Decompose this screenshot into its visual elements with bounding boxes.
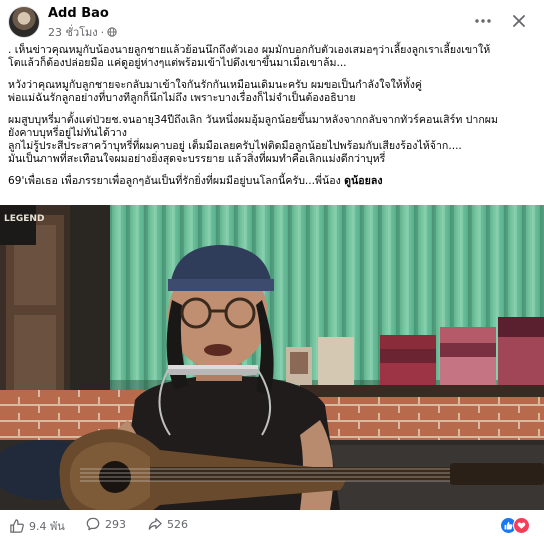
post-line: หวังว่าคุณหมูกับลูกชายจะกลับมาเข้าใจกันร… [8,79,423,91]
post-line: มันเป็นภาพที่สะเทือนใจผมอย่างยิ่งสุดจะบร… [8,153,386,165]
post-text: . เห็นข่าวคุณหมูกับน้องนายลูกชายแล้วย้อน… [8,44,536,188]
love-reaction-icon [513,517,530,534]
post-line: . เห็นข่าวคุณหมูกับน้องนายลูกชายแล้วย้อน… [8,44,491,56]
avatar[interactable] [8,6,40,38]
likes-count: 9.4 พัน [29,520,65,533]
post-line: โตแล้วก็ต้องปล่อยมือ แค่ดูอยู่ห่างๆแต่พร… [8,57,347,69]
more-options-button[interactable] [472,10,494,32]
share-button[interactable]: 526 [148,517,188,531]
post-footer: 9.4 พัน 293 526 [0,510,544,539]
closing-text: 69'เพื่อเธอ เพื่อภรรยาเพื่อลูกๆอันเป็นที… [8,175,345,187]
banner-text: LEGEND [4,214,44,224]
like-button[interactable]: 9.4 พัน [10,517,65,535]
author-name[interactable]: Add Bao [48,6,109,21]
reaction-summary[interactable] [500,517,530,534]
more-dots-icon [475,19,491,23]
shares-count: 526 [167,517,188,531]
comment-bubble-icon [86,517,100,531]
post-meta: 23 ชั่วโมง · [48,23,117,41]
timestamp[interactable]: 23 ชั่วโมง [48,23,98,41]
post-line: ผมสูบบุหรี่มาตั้งแต่ป่วยช.จนอายุ34ปีถึงเ… [8,114,498,126]
photo-scene: LEGEND [0,205,544,510]
close-icon [513,15,525,27]
post-closing: 69'เพื่อเธอ เพื่อภรรยาเพื่อลูกๆอันเป็นที… [8,175,536,188]
post-line: พ่อแม่ฉันรักลูกอย่างที่บางทีลูกก็นึกไม่ถ… [8,92,356,104]
post-line: ลูกไม่รู้ประสีประสาคว้าบุหรี่ที่ผมคาบอยู… [8,140,462,152]
share-arrow-icon [148,518,162,530]
post-photo[interactable]: LEGEND [0,205,544,510]
globe-icon [107,27,117,37]
comments-count: 293 [105,517,126,531]
thumbs-up-icon [10,519,24,533]
see-less-link[interactable]: ดูน้อยลง [344,175,382,187]
post-header: Add Bao 23 ชั่วโมง · [0,0,544,44]
close-button[interactable] [508,10,530,32]
post-line: ยังคาบบุหรี่อยู่ไม่ทันได้วาง [8,127,127,139]
comment-button[interactable]: 293 [86,517,126,531]
